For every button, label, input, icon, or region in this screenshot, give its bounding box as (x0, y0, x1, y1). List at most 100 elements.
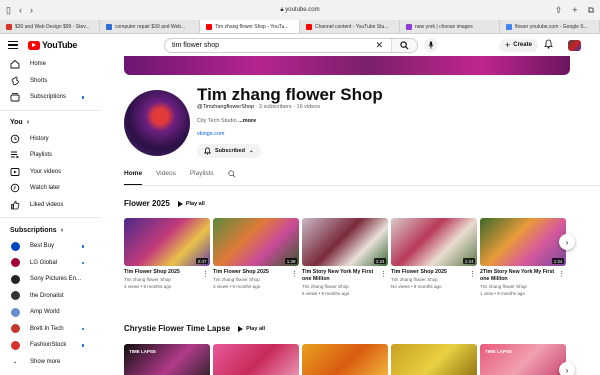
subscribed-button[interactable]: Subscribed ⌄ (197, 144, 261, 158)
video-thumbnail[interactable] (302, 344, 388, 375)
play-icon (177, 200, 183, 207)
new-tab-icon[interactable]: + (572, 5, 577, 16)
browser-tab[interactable]: computer repair $30 and Web... (100, 20, 200, 33)
channel-handle: @TimzhangflowerShop (197, 104, 255, 110)
search-box[interactable]: tim flower shop ✕ (164, 37, 418, 53)
video-card[interactable] (302, 344, 388, 375)
search-button[interactable] (391, 38, 417, 52)
mic-button[interactable] (424, 38, 438, 52)
video-channel[interactable]: Tim zhang flower Shop (302, 283, 388, 290)
sidebar-item[interactable]: LG Global (0, 255, 100, 272)
sidebar-item[interactable]: Watch later (0, 180, 100, 197)
browser-tab[interactable]: flower youtube.com - Google S... (500, 20, 600, 33)
sidebar-item[interactable]: Subscriptions (0, 89, 100, 106)
tab-home[interactable]: Home (124, 168, 143, 185)
tab-overview-icon[interactable]: ⧉ (588, 5, 594, 16)
video-card[interactable]: 1:24 Tim Story New York My First one Mil… (302, 218, 388, 297)
video-channel[interactable]: Tim zhang flower Shop (213, 276, 299, 283)
sidebar-item[interactable]: History (0, 131, 100, 148)
shelf-next-button[interactable]: › (559, 234, 575, 250)
chevron-right-icon: › (60, 226, 64, 234)
video-thumbnail[interactable]: 2:47 (124, 218, 210, 266)
you-heading[interactable]: You › (0, 115, 100, 131)
notifications-button[interactable] (544, 36, 553, 54)
video-channel[interactable]: Tim zhang flower Shop (480, 283, 566, 290)
sidebar-item[interactable]: ⌄ Show more (0, 354, 100, 371)
sidebar-item[interactable]: Best Buy (0, 238, 100, 255)
tab-videos[interactable]: Videos (156, 168, 176, 185)
video-title[interactable]: Tim Flower Shop 2025 (391, 269, 477, 276)
create-button[interactable]: + Create (499, 38, 538, 52)
browser-tab[interactable]: $30 and Web Design $99 - Stev... (0, 20, 100, 33)
clear-search-icon[interactable]: ✕ (375, 40, 383, 51)
sidebar-item[interactable]: Sony Pictures En... (0, 271, 100, 288)
channel-link[interactable]: vkings.com (197, 131, 225, 137)
video-thumbnail[interactable] (213, 344, 299, 375)
video-thumbnail[interactable]: 1:24 (480, 218, 566, 266)
more-options-icon[interactable]: ⋮ (202, 270, 209, 278)
more-options-icon[interactable]: ⋮ (380, 270, 387, 278)
subscriptions-heading[interactable]: Subscriptions › (0, 222, 100, 238)
channel-avatar-icon (10, 307, 20, 317)
video-thumbnail[interactable]: TIME LAPSE (124, 344, 210, 375)
share-icon[interactable]: ⇪ (555, 5, 563, 16)
video-card[interactable]: 2:47 Tim Flower Shop 2025 Tim zhang flow… (124, 218, 210, 297)
play-all-button[interactable]: Play all (238, 325, 266, 332)
sidebar-item[interactable]: Brett In Tech (0, 321, 100, 338)
sidebar-item[interactable]: Shorts (0, 73, 100, 90)
video-title[interactable]: 2Tim Story New York My First one Million (480, 269, 566, 283)
video-channel[interactable]: Tim zhang flower Shop (391, 276, 477, 283)
video-card[interactable] (391, 344, 477, 375)
video-card[interactable]: 1:39 Tim Flower Shop 2025 Tim zhang flow… (213, 218, 299, 297)
play-all-label: Play all (246, 325, 266, 332)
video-title[interactable]: Tim Flower Shop 2025 (213, 269, 299, 276)
channel-avatar-icon (10, 241, 20, 251)
shelf-next-button[interactable]: › (559, 362, 575, 375)
more-options-icon[interactable]: ⋮ (469, 270, 476, 278)
video-card[interactable]: TIME LAPSE (480, 344, 566, 375)
channel-name: Tim zhang flower Shop (197, 85, 383, 104)
account-avatar[interactable] (568, 39, 581, 51)
sidebar-item[interactable]: the Dronalist (0, 288, 100, 305)
sidebar-item[interactable]: Amp World (0, 304, 100, 321)
sidebar-item[interactable]: Your videos (0, 164, 100, 181)
video-thumbnail[interactable]: 1:24 (391, 218, 477, 266)
browser-tab[interactable]: Tim zhang flower Shop - YouTu... (200, 20, 300, 33)
browser-tab[interactable]: Channel content - YouTube Stu... (300, 20, 400, 33)
video-title[interactable]: Tim Flower Shop 2025 (124, 269, 210, 276)
video-thumbnail[interactable]: TIME LAPSE (480, 344, 566, 375)
mic-icon (428, 41, 434, 49)
thumbnail-label: TIME LAPSE (485, 349, 513, 354)
menu-icon[interactable] (8, 41, 18, 49)
sidebar-item[interactable]: Home (0, 56, 100, 73)
sidebar-item-label: Sony Pictures En... (30, 276, 82, 283)
thumbnail-label: TIME LAPSE (129, 349, 157, 354)
sidebar-item[interactable]: Playlists (0, 147, 100, 164)
video-thumbnail[interactable] (391, 344, 477, 375)
video-channel[interactable]: Tim zhang flower Shop (124, 276, 210, 283)
video-card[interactable] (213, 344, 299, 375)
video-card[interactable]: TIME LAPSE (124, 344, 210, 375)
address-bar[interactable]: 🔒︎ youtube.com (0, 7, 600, 14)
video-thumbnail[interactable]: 1:39 (213, 218, 299, 266)
tab-favicon (406, 23, 412, 30)
sidebar-item-label: FashionStock (30, 342, 67, 349)
youtube-logo[interactable]: YouTube (28, 40, 77, 50)
video-card[interactable]: 1:24 Tim Flower Shop 2025 Tim zhang flow… (391, 218, 477, 297)
more-options-icon[interactable]: ⋮ (558, 270, 565, 278)
channel-description[interactable]: City Tech Studio ...more (197, 118, 256, 124)
sidebar-item[interactable]: FashionStock (0, 337, 100, 354)
sidebar-item-label: Home (30, 61, 47, 68)
browser-tab[interactable]: new york | choose images (400, 20, 500, 33)
more-options-icon[interactable]: ⋮ (291, 270, 298, 278)
tab-playlists[interactable]: Playlists (190, 168, 214, 185)
video-title[interactable]: Tim Story New York My First one Million (302, 269, 388, 283)
search-input[interactable]: tim flower shop (172, 42, 375, 49)
sidebar-item[interactable]: Liked videos (0, 197, 100, 214)
tab-favicon (206, 23, 212, 30)
video-thumbnail[interactable]: 1:24 (302, 218, 388, 266)
more-link[interactable]: ...more (238, 118, 256, 124)
tab-search[interactable] (228, 168, 236, 185)
play-all-button[interactable]: Play all (177, 200, 205, 207)
video-card[interactable]: 1:24 2Tim Story New York My First one Mi… (480, 218, 566, 297)
